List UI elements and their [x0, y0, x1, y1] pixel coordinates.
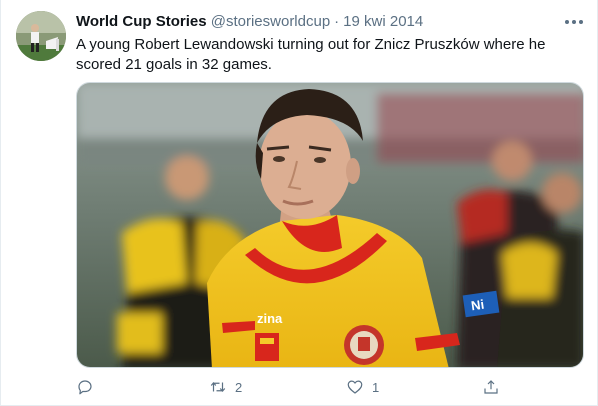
display-name[interactable]: World Cup Stories [76, 13, 207, 30]
retweet-count: 2 [235, 379, 243, 395]
tweet-date[interactable]: 19 kwi 2014 [343, 13, 423, 30]
separator-dot: · [334, 13, 340, 30]
tweet-header: World Cup Stories @storiesworldcup · 19 kw… [76, 12, 423, 32]
like-count: 1 [372, 379, 380, 395]
heart-icon [347, 380, 363, 394]
player-photo: zina Ni [77, 83, 583, 367]
reply-icon [78, 380, 92, 395]
retweet-icon [210, 381, 226, 393]
avatar[interactable] [16, 11, 66, 61]
reply-button[interactable] [76, 372, 94, 402]
jersey-brand-text: zina [257, 311, 283, 326]
tweet-card[interactable]: World Cup Stories @storiesworldcup · 19 kw… [0, 0, 598, 406]
share-button[interactable] [482, 372, 500, 402]
like-button[interactable]: 1 [346, 372, 379, 402]
tweet-photo[interactable]: zina Ni [76, 82, 584, 368]
more-dot-icon [572, 20, 576, 24]
avatar-image [16, 11, 66, 61]
user-handle[interactable]: @storiesworldcup [211, 13, 330, 30]
sponsor-text: Ni [470, 297, 485, 314]
more-dot-icon [565, 20, 569, 24]
share-icon [484, 380, 498, 394]
more-options-button[interactable] [565, 12, 583, 32]
more-dot-icon [579, 20, 583, 24]
tweet-actions: 2 1 [76, 372, 516, 402]
retweet-button[interactable]: 2 [209, 372, 242, 402]
tweet-text: A young Robert Lewandowski turning out f… [76, 36, 546, 73]
